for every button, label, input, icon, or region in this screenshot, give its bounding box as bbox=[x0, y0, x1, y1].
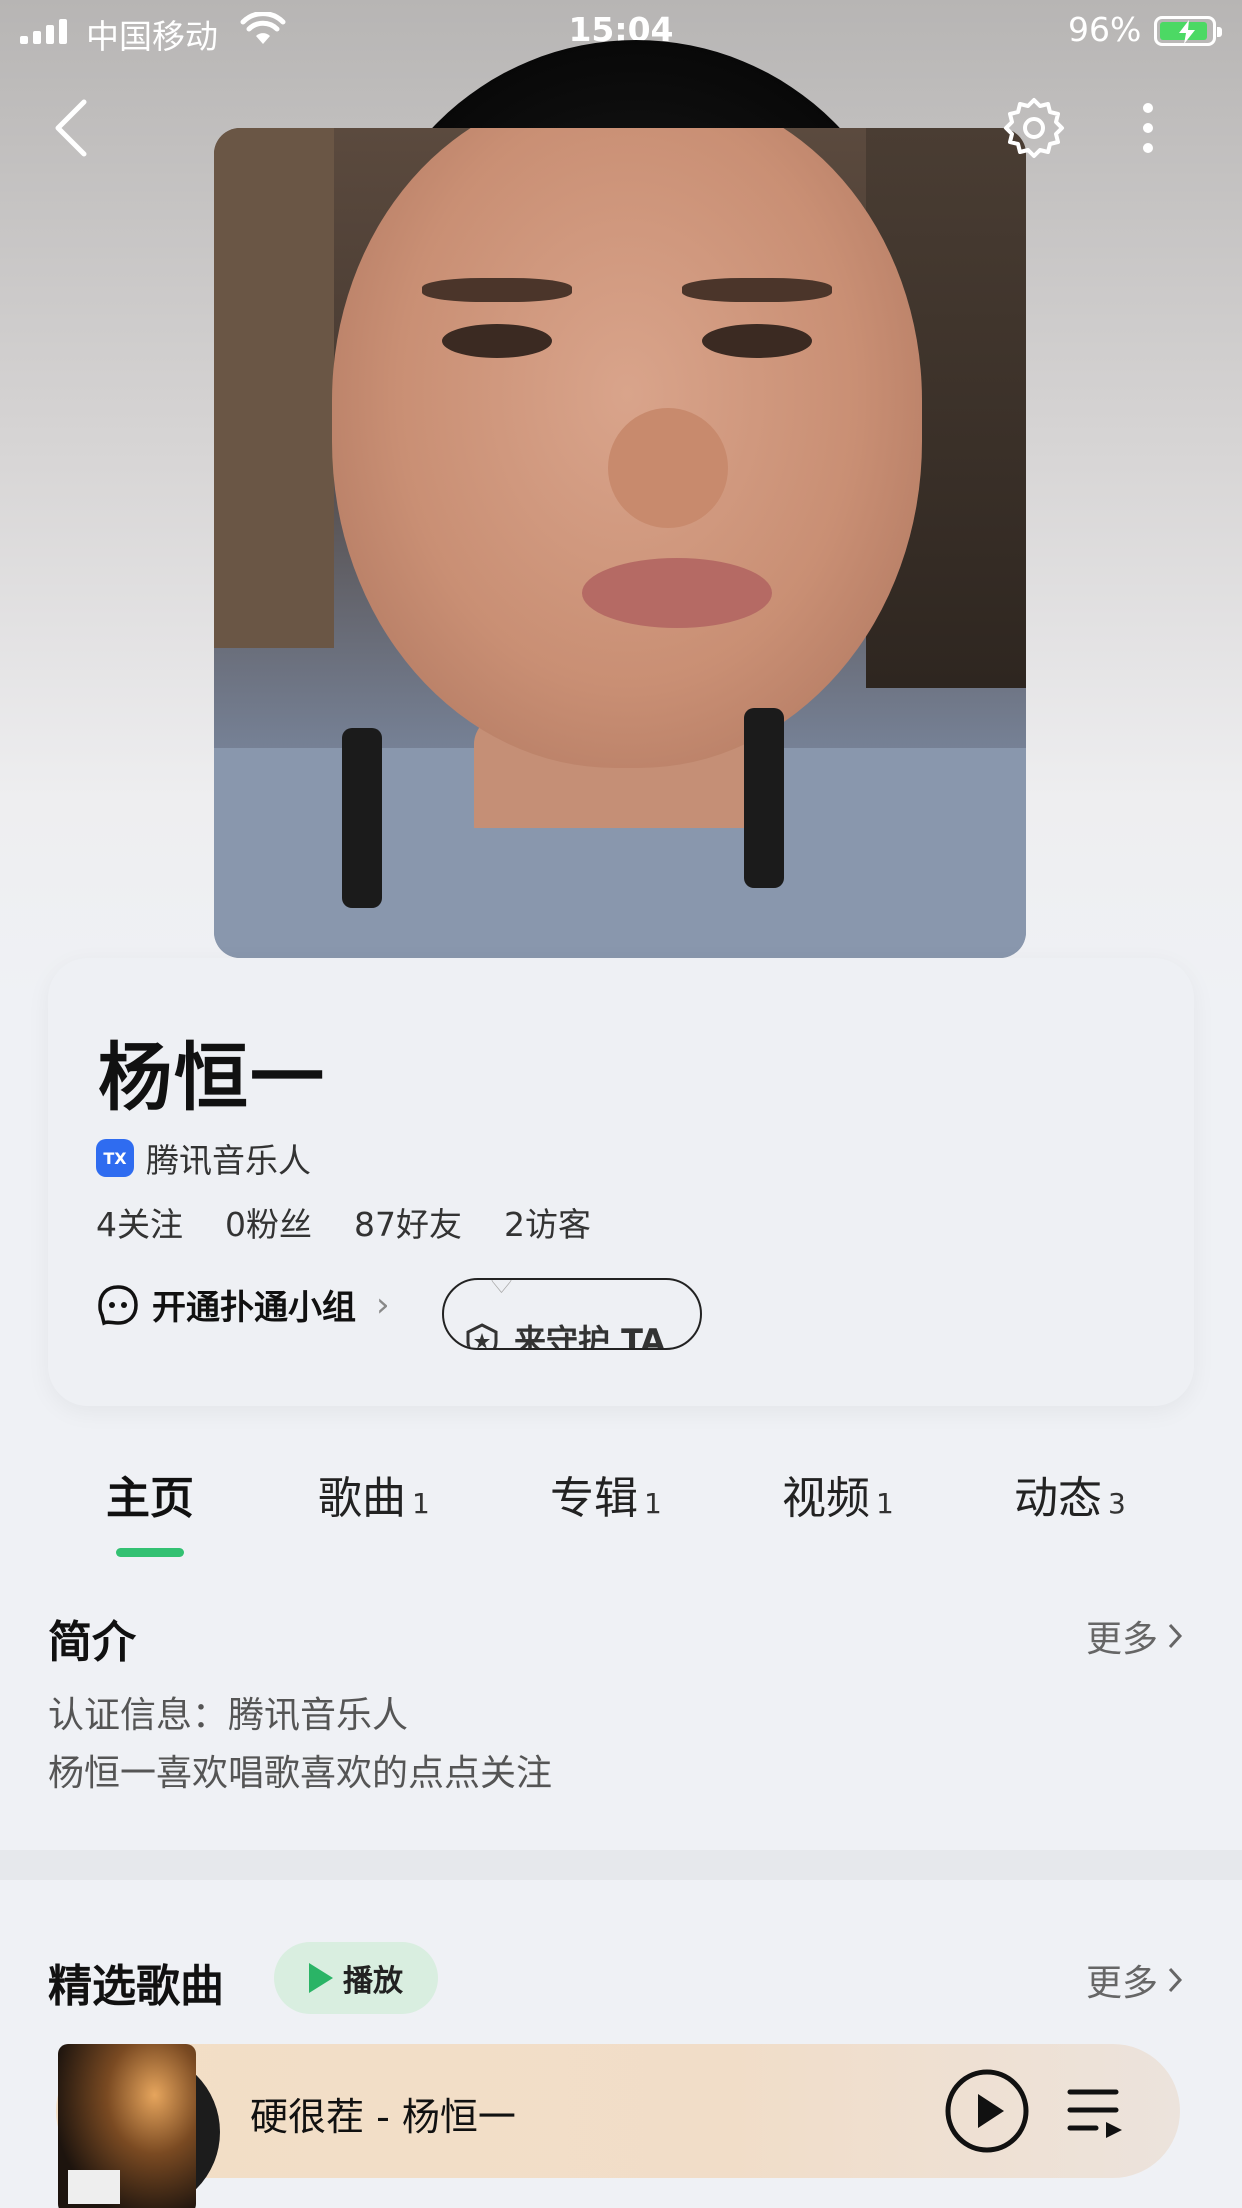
stat-fans[interactable]: 0粉丝 bbox=[225, 1198, 312, 1246]
intro-more-label: 更多 bbox=[1086, 1619, 1159, 1660]
featured-songs-title: 精选歌曲 bbox=[48, 1961, 224, 2012]
guard-shield-icon bbox=[466, 1323, 498, 1348]
open-group-label: 开通扑通小组 bbox=[152, 1288, 356, 1328]
featured-more-label: 更多 bbox=[1086, 1963, 1159, 2004]
tab-songs-count: 1 bbox=[412, 1487, 430, 1520]
intro-title: 简介 bbox=[48, 1617, 136, 1668]
battery-icon bbox=[1154, 16, 1222, 46]
tab-home-label: 主页 bbox=[106, 1473, 194, 1524]
stat-following[interactable]: 4关注 bbox=[96, 1198, 183, 1246]
active-tab-indicator bbox=[116, 1548, 184, 1557]
now-playing-title[interactable]: 硬很茬 - 杨恒一 bbox=[250, 2086, 516, 2141]
tab-songs-label: 歌曲 bbox=[318, 1473, 406, 1524]
tab-videos[interactable]: 视频 1 bbox=[782, 1462, 894, 1526]
intro-more-link[interactable]: 更多 bbox=[1086, 1610, 1184, 1662]
chevron-right-icon bbox=[1168, 1967, 1183, 1993]
tab-videos-label: 视频 bbox=[782, 1473, 870, 1524]
verified-badge[interactable]: TX 腾讯音乐人 bbox=[96, 1134, 311, 1182]
stat-friends[interactable]: 87好友 bbox=[354, 1198, 462, 1246]
back-icon[interactable] bbox=[44, 96, 100, 160]
chevron-right-icon: › bbox=[376, 1284, 390, 1325]
battery-percent: 96% bbox=[1068, 10, 1142, 49]
playlist-icon[interactable] bbox=[1066, 2084, 1126, 2140]
featured-more-link[interactable]: 更多 bbox=[1086, 1954, 1184, 2006]
play-all-button[interactable]: 播放 bbox=[274, 1942, 438, 2014]
profile-photo[interactable] bbox=[214, 128, 1026, 958]
profile-name: 杨恒一 bbox=[98, 1035, 326, 1121]
settings-gear-icon[interactable] bbox=[1000, 94, 1068, 162]
tab-moments[interactable]: 动态 3 bbox=[1014, 1462, 1126, 1526]
scrolling-ticker-ghost: ♡ bbox=[488, 1278, 515, 1301]
play-all-label: 播放 bbox=[343, 1964, 403, 1999]
tab-songs[interactable]: 歌曲 1 bbox=[318, 1462, 430, 1526]
play-icon bbox=[309, 1963, 333, 1993]
tab-albums[interactable]: 专辑 1 bbox=[550, 1462, 662, 1526]
tab-home[interactable]: 主页 bbox=[106, 1462, 194, 1526]
profile-card: 杨恒一 TX 腾讯音乐人 4关注 0粉丝 87好友 2访客 开通扑通小组 › ♡… bbox=[48, 958, 1194, 1406]
tab-moments-count: 3 bbox=[1108, 1487, 1126, 1520]
intro-bio: 杨恒一喜欢唱歌喜欢的点点关注 bbox=[48, 1753, 553, 1794]
stat-visitors[interactable]: 2访客 bbox=[504, 1198, 591, 1246]
group-chat-icon bbox=[98, 1284, 138, 1326]
open-group-link[interactable]: 开通扑通小组 › bbox=[96, 1280, 390, 1329]
album-cover[interactable] bbox=[58, 2044, 196, 2208]
tab-moments-label: 动态 bbox=[1014, 1473, 1102, 1524]
guard-button[interactable]: ♡ 来守护 TA bbox=[442, 1278, 702, 1350]
chevron-right-icon bbox=[1168, 1623, 1183, 1649]
tab-albums-count: 1 bbox=[644, 1487, 662, 1520]
tab-albums-label: 专辑 bbox=[550, 1473, 638, 1524]
more-options-icon[interactable] bbox=[1128, 96, 1168, 160]
badge-label: 腾讯音乐人 bbox=[146, 1141, 311, 1180]
profile-stats: 4关注 0粉丝 87好友 2访客 bbox=[96, 1198, 591, 1246]
intro-verification: 认证信息：腾讯音乐人 bbox=[48, 1695, 409, 1736]
tencent-musician-icon: TX bbox=[96, 1139, 134, 1177]
play-icon[interactable] bbox=[944, 2068, 1030, 2154]
profile-tabs: 主页 歌曲 1 专辑 1 视频 1 动态 3 bbox=[60, 1462, 1210, 1557]
guard-button-label: 来守护 TA bbox=[514, 1322, 666, 1350]
tab-videos-count: 1 bbox=[876, 1487, 894, 1520]
section-divider bbox=[0, 1850, 1242, 1880]
